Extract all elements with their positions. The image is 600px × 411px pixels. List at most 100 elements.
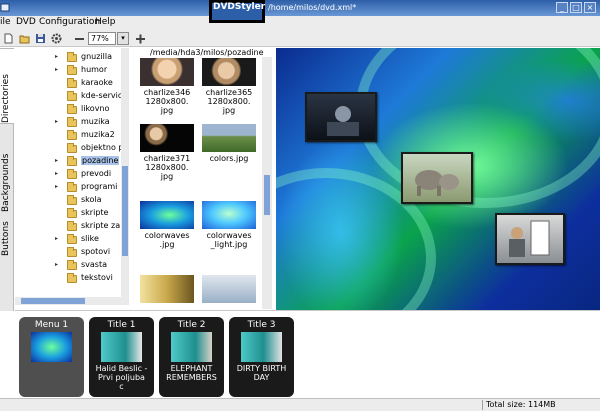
menu-button-title-3[interactable] (495, 213, 565, 265)
tree-item[interactable]: tekstovi (15, 273, 121, 285)
tab-buttons-label: Buttons (1, 221, 11, 256)
title-bar: DVDStyler /home/milos/dvd.xml* _ □ × (0, 0, 600, 23)
expand-arrow-icon[interactable]: ▸ (55, 157, 58, 164)
scrollbar-thumb[interactable] (122, 166, 128, 256)
tile-name: ELEPHANT REMEMBERS (166, 364, 217, 382)
tree-item[interactable]: likovno (15, 104, 121, 116)
folder-icon (67, 273, 77, 283)
tree-item[interactable]: ▸ humor (15, 65, 121, 77)
tree-item[interactable]: spotovi (15, 247, 121, 259)
tree-item-label: kde-service (81, 91, 121, 100)
titleset-tile-menu-1[interactable]: Menu 1 (19, 317, 84, 397)
zoom-in-icon[interactable] (135, 33, 146, 44)
expand-arrow-icon[interactable]: ▸ (55, 183, 58, 190)
titleset-tile-title-3[interactable]: Title 3 DIRTY BIRTH DAY (229, 317, 294, 397)
files-vertical-scrollbar[interactable] (262, 57, 272, 309)
titleset-tile-title-1[interactable]: Title 1 Halid Beslic - Prvi poljuba c (89, 317, 154, 397)
expand-arrow-icon[interactable]: ▸ (55, 170, 58, 177)
tree-item[interactable]: skripte (15, 208, 121, 220)
tree-item-label: muzika (81, 117, 110, 126)
tree-item-label: muzika2 (81, 130, 115, 139)
maximize-button[interactable]: □ (570, 2, 582, 13)
scrollbar-thumb[interactable] (21, 298, 85, 304)
tree-item[interactable]: skripte za a (15, 221, 121, 233)
directory-tree: ▸ gnuzilla ▸ humor karaoke kde-service l… (15, 48, 121, 303)
tile-label: Title 2 (177, 320, 206, 330)
new-file-icon[interactable] (3, 33, 14, 44)
window-menu-icon[interactable] (0, 2, 10, 13)
tree-item-label: svasta (81, 260, 108, 269)
titleset-strip: Menu 1 Title 1 Halid Beslic - Prvi polju… (15, 310, 600, 398)
titleset-tile-title-2[interactable]: Title 2 ELEPHANT REMEMBERS (159, 317, 224, 397)
file-name: colorwaves _light.jpg (206, 231, 252, 249)
folder-icon (67, 65, 77, 75)
tab-backgrounds[interactable]: Backgrounds (0, 126, 14, 214)
open-folder-icon[interactable] (19, 33, 30, 44)
tree-item[interactable]: ▸ prevodi (15, 169, 121, 181)
tab-buttons[interactable]: Buttons (0, 216, 14, 258)
tree-item[interactable]: muzika2 (15, 130, 121, 142)
file-name: charlize346 1280x800. jpg (143, 88, 191, 115)
tree-item[interactable]: kde-service (15, 91, 121, 103)
zoom-dropdown-button[interactable]: ▾ (117, 32, 129, 45)
folder-icon (67, 52, 77, 62)
file-name: colorwaves .jpg (144, 231, 190, 249)
folder-icon (67, 91, 77, 101)
thumbnail-image (202, 124, 256, 152)
menu-configuration[interactable]: Configuration (39, 17, 100, 27)
tab-directories[interactable]: Directories (0, 48, 14, 124)
menu-button-title-1[interactable] (305, 92, 377, 142)
tree-item[interactable]: ▸ muzika (15, 117, 121, 129)
expand-arrow-icon[interactable]: ▸ (55, 261, 58, 268)
menu-file[interactable]: ile (0, 17, 11, 27)
folder-icon (67, 104, 77, 114)
close-button[interactable]: × (584, 2, 596, 13)
settings-gear-icon[interactable] (51, 33, 62, 44)
tree-item[interactable]: ▸ slike (15, 234, 121, 246)
tree-item-label: skola (81, 195, 102, 204)
tile-label: Title 3 (247, 320, 276, 330)
tree-item-label: programi (81, 182, 118, 191)
tree-item-selected[interactable]: ▸ pozadine (15, 156, 121, 168)
expand-arrow-icon[interactable]: ▸ (55, 235, 58, 242)
tree-item[interactable]: ▸ gnuzilla (15, 52, 121, 64)
tree-item[interactable]: objektno pr (15, 143, 121, 155)
total-size: Total size: 114MB (486, 400, 556, 409)
tree-item-label: slike (81, 234, 99, 243)
tree-item[interactable]: karaoke (15, 78, 121, 90)
expand-arrow-icon[interactable]: ▸ (55, 53, 58, 60)
folder-icon (67, 247, 77, 257)
folder-icon (67, 182, 77, 192)
expand-arrow-icon[interactable]: ▸ (55, 118, 58, 125)
tree-horizontal-scrollbar[interactable] (15, 297, 129, 305)
menu-dvd[interactable]: DVD (16, 17, 36, 27)
tile-label: Title 1 (107, 320, 136, 330)
zoom-input[interactable]: 77% (88, 32, 116, 45)
folder-icon (67, 221, 77, 231)
minimize-button[interactable]: _ (556, 2, 568, 13)
tile-thumbnail (31, 332, 72, 362)
menu-preview-canvas[interactable] (276, 48, 600, 310)
tree-item-label: spotovi (81, 247, 111, 256)
expand-arrow-icon[interactable]: ▸ (55, 66, 58, 73)
menu-help[interactable]: Help (95, 17, 116, 27)
tree-item[interactable]: skola (15, 195, 121, 207)
tile-thumbnail (241, 332, 282, 362)
tile-name: DIRTY BIRTH DAY (236, 364, 287, 382)
tree-item[interactable]: ▸ svasta (15, 260, 121, 272)
tab-directories-label: Directories (1, 74, 11, 123)
tree-item[interactable]: ▸ programi (15, 182, 121, 194)
scrollbar-thumb[interactable] (264, 175, 270, 215)
zoom-out-icon[interactable] (74, 33, 85, 44)
tree-vertical-scrollbar[interactable] (121, 48, 129, 303)
thumbnail-image (140, 58, 194, 86)
status-bar: Total size: 114MB (0, 398, 600, 411)
tree-item-label: objektno pr (81, 143, 121, 152)
menu-button-title-2[interactable] (401, 152, 473, 204)
save-icon[interactable] (35, 33, 46, 44)
folder-icon (67, 169, 77, 179)
file-name: charlize365 1280x800. jpg (205, 88, 253, 115)
folder-icon (67, 130, 77, 140)
tile-thumbnail (101, 332, 142, 362)
menu-bar: ile DVD Configuration Help (0, 16, 600, 30)
